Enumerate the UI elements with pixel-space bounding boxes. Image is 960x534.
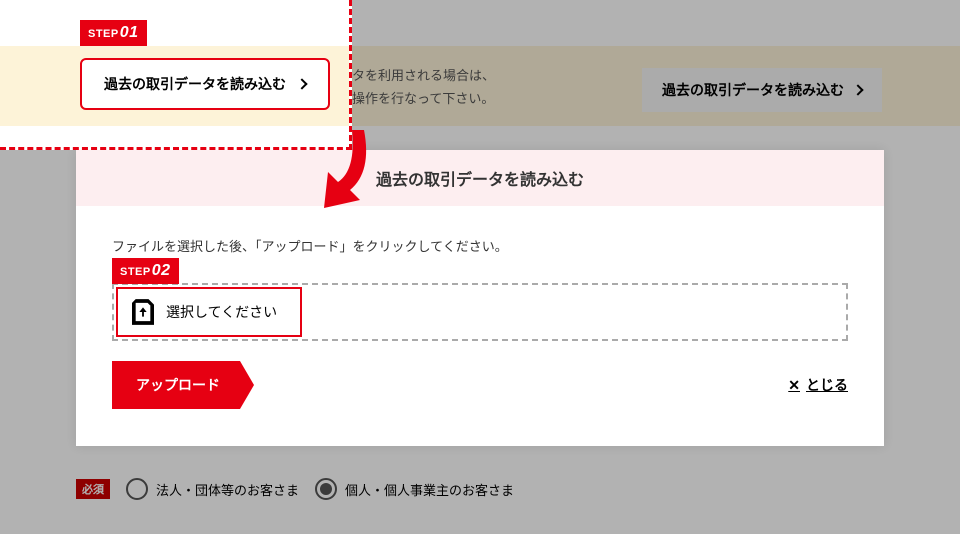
close-icon: ✕: [788, 377, 800, 394]
file-placeholder-text: 選択してください: [166, 302, 277, 322]
modal-body: ファイルを選択した後、「アップロード」をクリックしてください。 選択してください: [76, 206, 884, 361]
step1-badge: STEP01: [80, 20, 147, 46]
button-label: 過去の取引データを読み込む: [104, 74, 286, 94]
close-label: とじる: [806, 375, 848, 395]
close-link[interactable]: ✕ とじる: [788, 375, 848, 395]
upload-modal: 過去の取引データを読み込む ファイルを選択した後、「アップロード」をクリックして…: [76, 150, 884, 446]
button-label: アップロード: [136, 375, 220, 395]
file-select-button[interactable]: 選択してください: [116, 287, 302, 337]
file-upload-icon: [132, 299, 154, 325]
file-dropzone[interactable]: 選択してください: [112, 283, 848, 341]
step2-badge: STEP02: [112, 258, 179, 284]
load-past-data-button[interactable]: 過去の取引データを読み込む: [80, 58, 330, 110]
chevron-right-icon: [296, 78, 307, 89]
arrow-icon: [316, 130, 376, 210]
modal-instruction: ファイルを選択した後、「アップロード」をクリックしてください。: [112, 236, 848, 255]
modal-footer: アップロード ✕ とじる: [76, 361, 884, 409]
modal-title: 過去の取引データを読み込む: [76, 150, 884, 206]
upload-button[interactable]: アップロード: [112, 361, 254, 409]
